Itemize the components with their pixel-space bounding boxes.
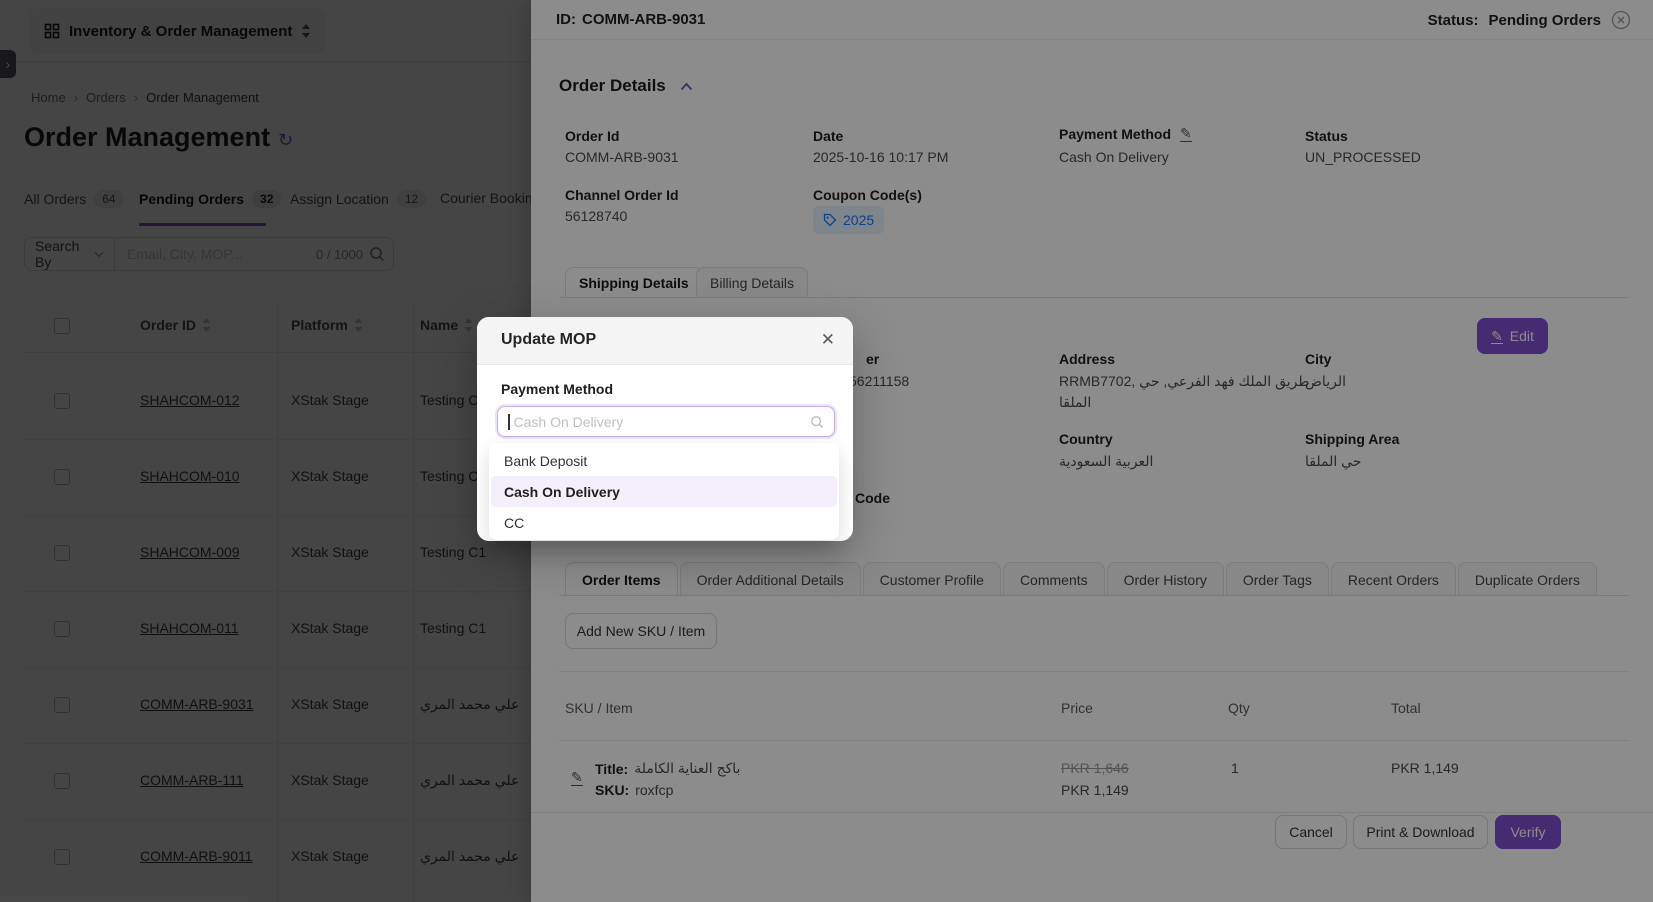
modal-title: Update MOP — [501, 331, 596, 349]
search-icon — [810, 415, 824, 429]
update-mop-modal: Update MOP ✕ Payment Method Bank Deposit… — [477, 317, 853, 541]
payment-method-dropdown: Bank Deposit Cash On Delivery CC — [489, 443, 839, 540]
screen: Inventory & Order Management › Home › Or… — [0, 0, 1653, 902]
option-bank-deposit[interactable]: Bank Deposit — [491, 445, 837, 476]
payment-method-select — [497, 406, 835, 437]
modal-close-icon[interactable]: ✕ — [821, 330, 835, 350]
payment-method-search-input[interactable] — [512, 413, 809, 431]
option-cc[interactable]: CC — [491, 507, 837, 538]
option-cash-on-delivery[interactable]: Cash On Delivery — [491, 476, 837, 507]
payment-method-field-label: Payment Method — [501, 381, 613, 397]
text-cursor — [508, 414, 510, 430]
